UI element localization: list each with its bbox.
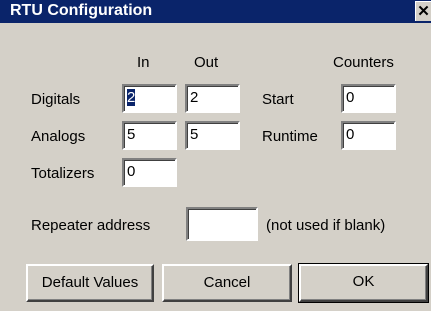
window-title: RTU Configuration	[10, 2, 153, 19]
ok-button-label: OK	[299, 264, 428, 302]
digitals-in-field[interactable]: 2	[122, 84, 177, 113]
column-header-out: Out	[194, 54, 219, 71]
analogs-label: Analogs	[31, 128, 86, 145]
start-label: Start	[262, 91, 294, 108]
default-values-button[interactable]: Default Values	[26, 264, 154, 302]
ok-button[interactable]: OK	[298, 263, 429, 303]
cancel-button[interactable]: Cancel	[162, 264, 292, 302]
column-header-counters: Counters	[333, 54, 394, 71]
repeater-note: (not used if blank)	[266, 217, 386, 234]
totalizers-label: Totalizers	[31, 165, 95, 182]
column-header-in: In	[137, 54, 150, 71]
runtime-label: Runtime	[262, 128, 318, 145]
repeater-address-label: Repeater address	[31, 217, 151, 234]
close-icon[interactable]: ✕	[415, 1, 431, 21]
totalizers-in-field[interactable]: 0	[122, 158, 177, 187]
analogs-out-field[interactable]: 5	[185, 121, 240, 150]
runtime-field[interactable]: 0	[341, 121, 396, 150]
rtu-configuration-dialog: RTU Configuration ✕ In Out Counters Digi…	[0, 0, 431, 311]
repeater-address-field[interactable]	[186, 207, 258, 241]
digitals-label: Digitals	[31, 91, 81, 108]
start-field[interactable]: 0	[341, 84, 396, 113]
title-bar[interactable]: RTU Configuration ✕	[0, 0, 431, 23]
analogs-in-field[interactable]: 5	[122, 121, 177, 150]
digitals-out-field[interactable]: 2	[185, 84, 240, 113]
